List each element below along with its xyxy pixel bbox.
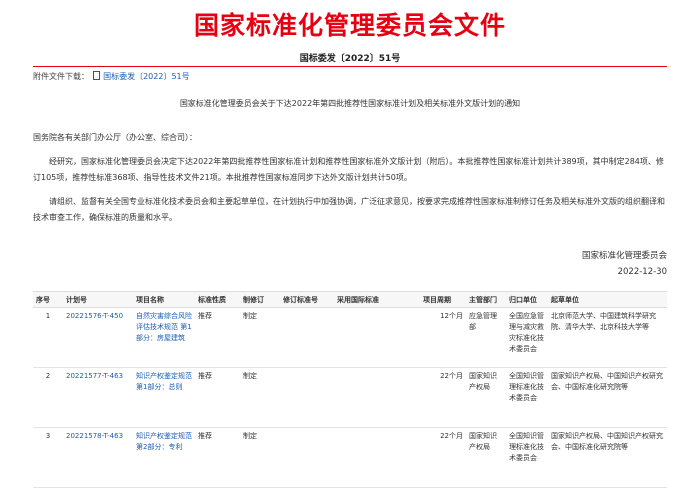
cell-index: 3 [33, 427, 63, 488]
cell-revised-std [280, 367, 334, 428]
attachment-label: 附件文件下载： [33, 72, 89, 81]
cell-project-name[interactable]: 知识产权鉴定规范 第2部分：专利 [133, 427, 195, 488]
cell-drafters: 国家知识产权局、中国知识产权研究会、中国标准化研究院等 [548, 427, 667, 488]
project-name-text: 自然灾害综合风险评估技术规范 第1部分：房屋建筑 [136, 312, 192, 342]
salutation: 国务院各有关部门办公厅（办公室、综合司）： [33, 133, 197, 142]
cell-period: 22个月 [420, 427, 466, 488]
cell-intl-std [334, 367, 420, 428]
cell-committee: 全国应急管理与减灾救灾标准化技术委员会 [506, 307, 548, 368]
document-number: 国标委发〔2022〕51号 [299, 54, 401, 64]
body-paragraph-2: 请组织、监督有关全国专业标准化技术委员会和主要起草单位，在计划执行中加强协调，广… [33, 197, 665, 222]
col-header-intl-std: 采用国际标准 [334, 291, 420, 308]
cell-project-name[interactable]: 知识产权鉴定规范 第1部分：总则 [133, 367, 195, 428]
cell-nature: 推荐 [195, 427, 240, 488]
cell-drafters: 北京师范大学、中国建筑科学研究院、清华大学、北京科技大学等 [548, 307, 667, 368]
header-divider [33, 66, 667, 67]
cell-committee: 全国知识管理标准化技术委员会 [506, 427, 548, 488]
cell-revised-std [280, 427, 334, 488]
notice-title: 国家标准化管理委员会关于下达2022年第四批推荐性国家标准计划及相关标准外文版计… [179, 99, 521, 108]
cell-project-name[interactable]: 自然灾害综合风险评估技术规范 第1部分：房屋建筑 [133, 307, 195, 368]
cell-plan-no[interactable]: 20221576-T-450 [63, 307, 133, 368]
col-header-revised-std: 修订标准号 [280, 291, 334, 308]
col-header-type: 制修订 [240, 291, 280, 308]
cell-plan-no[interactable]: 20221577-T-463 [63, 367, 133, 428]
cell-revised-std [280, 307, 334, 368]
cell-type: 制定 [240, 307, 280, 368]
col-header-nature: 标准性质 [195, 291, 240, 308]
col-header-period: 项目周期 [420, 291, 466, 308]
table-row: 1 20221576-T-450 自然灾害综合风险评估技术规范 第1部分：房屋建… [33, 307, 667, 368]
col-header-plan-no: 计划号 [63, 291, 133, 308]
cell-intl-std [334, 307, 420, 368]
cell-type: 制定 [240, 367, 280, 428]
cell-period: 22个月 [420, 367, 466, 428]
cell-index: 1 [33, 307, 63, 368]
col-header-drafters: 起草单位 [548, 291, 667, 308]
col-header-project-name: 项目名称 [133, 291, 195, 308]
cell-nature: 推荐 [195, 307, 240, 368]
attachment-row: 附件文件下载： 国标委发〔2022〕51号 [33, 71, 190, 82]
body-paragraph-1: 经研究，国家标准化管理委员会决定下达2022年第四批推荐性国家标准计划和推荐性国… [33, 157, 664, 182]
cell-department: 国家知识产权局 [466, 367, 506, 428]
cell-plan-no[interactable]: 20221578-T-463 [63, 427, 133, 488]
cell-index: 2 [33, 367, 63, 428]
cell-drafters: 国家知识产权局、中国知识产权研究会、中国标准化研究院等 [548, 367, 667, 428]
table-header-row: 序号 计划号 项目名称 标准性质 制修订 修订标准号 采用国际标准 项目周期 主… [33, 291, 667, 308]
cell-committee: 全国知识管理标准化技术委员会 [506, 367, 548, 428]
cell-intl-std [334, 427, 420, 488]
col-header-department: 主管部门 [466, 291, 506, 308]
cell-period: 12个月 [420, 307, 466, 368]
project-name-text: 知识产权鉴定规范 第2部分：专利 [136, 432, 192, 451]
col-header-index: 序号 [33, 291, 63, 308]
cell-type: 制定 [240, 427, 280, 488]
signature-org: 国家标准化管理委员会 [581, 251, 667, 261]
document-header-title: 国家标准化管理委员会文件 [193, 11, 506, 40]
committee-text: 全国知识管理标准化技术委员会 [509, 372, 544, 402]
standards-plan-table: 序号 计划号 项目名称 标准性质 制修订 修订标准号 采用国际标准 项目周期 主… [33, 291, 667, 488]
table-row: 3 20221578-T-463 知识产权鉴定规范 第2部分：专利 推荐 制定 … [33, 427, 667, 488]
attachment-file-link[interactable]: 国标委发〔2022〕51号 [103, 72, 190, 81]
cell-department: 国家知识产权局 [466, 427, 506, 488]
project-name-text: 知识产权鉴定规范 第1部分：总则 [136, 372, 192, 391]
cell-department: 应急管理部 [466, 307, 506, 368]
attachment-file-icon[interactable] [92, 71, 100, 80]
table-row: 2 20221577-T-463 知识产权鉴定规范 第1部分：总则 推荐 制定 … [33, 367, 667, 428]
col-header-committee: 归口单位 [506, 291, 548, 308]
committee-text: 全国应急管理与减灾救灾标准化技术委员会 [509, 312, 544, 353]
committee-text: 全国知识管理标准化技术委员会 [509, 432, 544, 462]
cell-nature: 推荐 [195, 367, 240, 428]
signature-date: 2022-12-30 [617, 267, 667, 277]
